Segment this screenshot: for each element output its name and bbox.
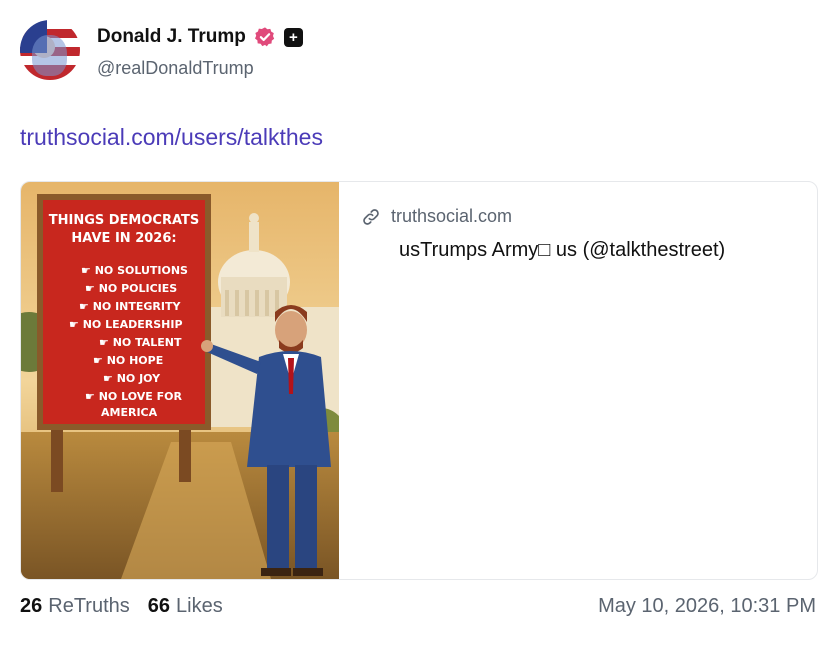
likes-label: Likes [176, 595, 223, 617]
post-stats: 26 ReTruths 66 Likes [20, 595, 223, 618]
name-row: Donald J. Trump + [97, 26, 303, 48]
sign-item: AMERICA [101, 406, 158, 419]
sign-item: ☛ NO JOY [103, 372, 161, 385]
verified-badge-icon [254, 27, 275, 47]
avatar[interactable] [20, 20, 80, 80]
sign-item: ☛ NO LEADERSHIP [69, 318, 183, 331]
sign-item: ☛ NO HOPE [93, 354, 163, 367]
plus-badge-icon: + [283, 27, 303, 47]
sign-item: ☛ NO TALENT [99, 336, 182, 349]
sign-title-line-1: THINGS DEMOCRATS [49, 213, 200, 228]
card-domain: truthsocial.com [391, 206, 513, 226]
post-timestamp[interactable]: May 10, 2026, 10:31 PM [598, 595, 816, 618]
post-header: Donald J. Trump + @realDonaldTrump [20, 20, 820, 84]
sign-item: ☛ NO POLICIES [85, 282, 177, 295]
likes-stat[interactable]: 66 Likes [148, 595, 223, 618]
card-title[interactable]: usTrumps Army□ us (@talkthestreet) [361, 239, 801, 262]
sign-item: ☛ NO LOVE FOR [85, 390, 182, 403]
link-icon [363, 208, 379, 225]
retruths-stat[interactable]: 26 ReTruths [20, 595, 130, 618]
sign-item: ☛ NO INTEGRITY [79, 300, 181, 313]
author-handle[interactable]: @realDonaldTrump [97, 58, 254, 79]
card-meta: truthsocial.com usTrumps Army□ us (@talk… [361, 206, 801, 262]
display-name[interactable]: Donald J. Trump [97, 26, 246, 48]
sign-item: ☛ NO SOLUTIONS [81, 264, 188, 277]
card-domain-row: truthsocial.com [361, 206, 801, 227]
link-preview-card[interactable]: THINGS DEMOCRATS HAVE IN 2026: ☛ NO SOLU… [20, 181, 818, 580]
retruths-count: 26 [20, 595, 43, 617]
preview-image[interactable]: THINGS DEMOCRATS HAVE IN 2026: ☛ NO SOLU… [21, 182, 339, 579]
sign-title-line-2: HAVE IN 2026: [71, 231, 176, 246]
post-link[interactable]: truthsocial.com/users/talkthes [20, 124, 323, 151]
retruths-label: ReTruths [48, 595, 130, 617]
likes-count: 66 [147, 595, 171, 617]
